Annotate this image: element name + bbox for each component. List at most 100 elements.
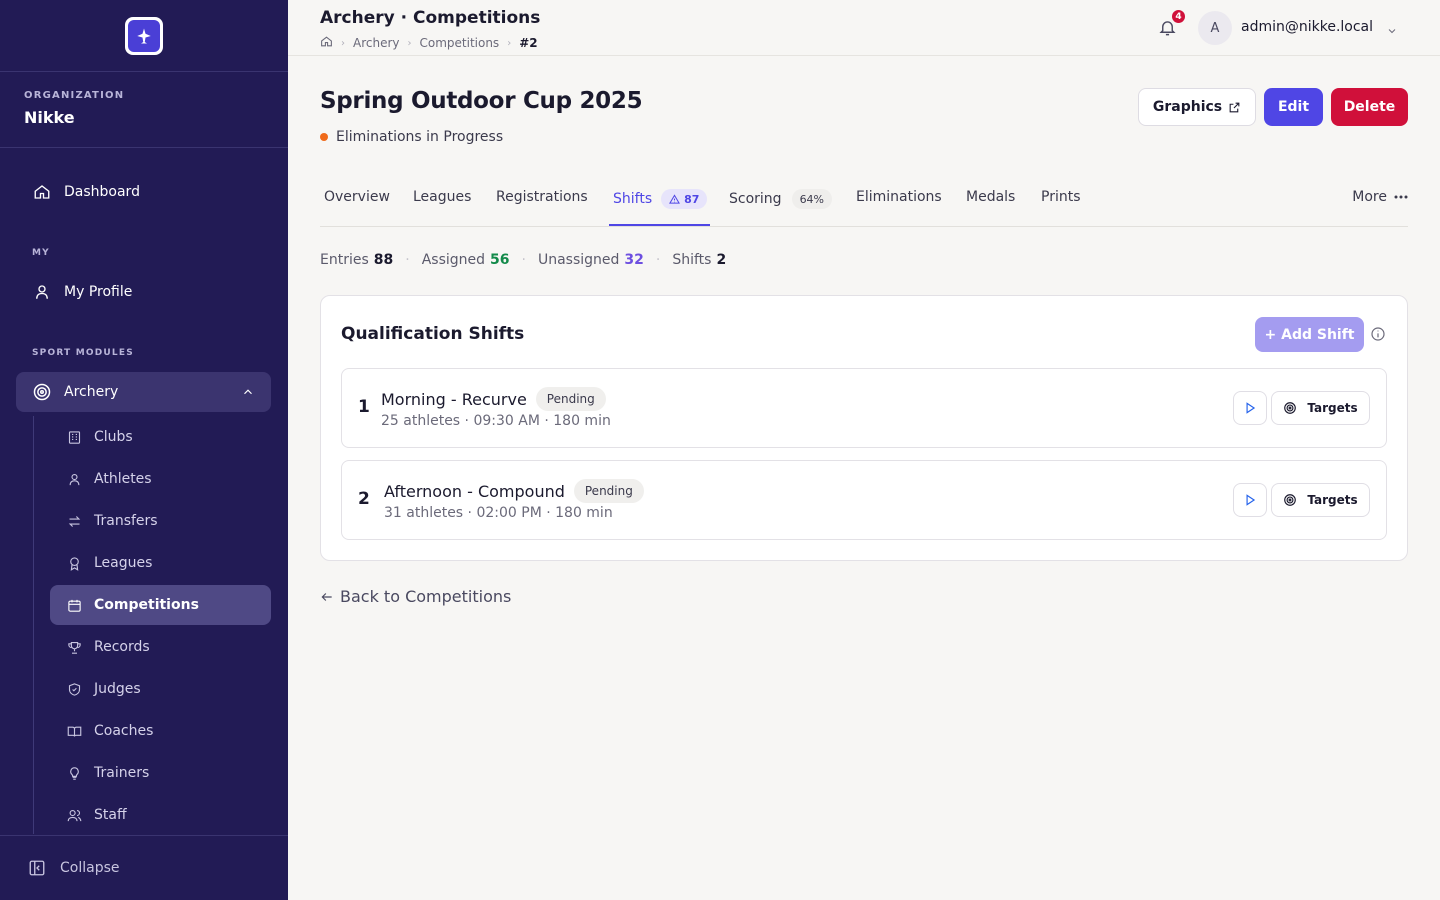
stat-assigned-label: Assigned [421,252,486,268]
edit-button[interactable]: Edit [1264,88,1323,126]
shield-icon [66,681,82,697]
tab-overview[interactable]: Overview [324,189,390,205]
sidebar-item-archery[interactable]: Archery [16,372,271,412]
tab-medals[interactable]: Medals [966,189,1015,205]
sidebar-item-athletes[interactable]: Athletes [50,459,271,499]
play-icon [1246,494,1256,506]
stat-unassigned: 32 [624,252,644,268]
user-icon [32,282,52,302]
app-logo[interactable] [125,16,163,55]
back-to-competitions-link[interactable]: Back to Competitions [320,587,511,606]
tab-shifts[interactable]: Shifts 87 [613,189,708,209]
delete-button[interactable]: Delete [1331,88,1408,126]
sidebar-item-dashboard[interactable]: Dashboard [16,172,271,212]
sidebar-item-label: Athletes [94,471,152,487]
sidebar-item-staff[interactable]: Staff [50,795,271,835]
chevron-right-icon: › [507,37,512,49]
chevron-right-icon: › [341,37,345,49]
sidebar-item-label: Archery [64,384,119,400]
shift-title: Afternoon - Compound [384,481,565,501]
info-icon[interactable] [1370,326,1386,346]
more-label: More [1352,189,1387,205]
sidebar-item-label: Records [94,639,150,655]
add-shift-button[interactable]: + Add Shift [1255,317,1364,352]
sidebar-item-label: Transfers [94,513,158,529]
ellipsis-icon [1394,195,1408,199]
avatar[interactable]: A [1198,11,1232,45]
sidebar-item-transfers[interactable]: Transfers [50,501,271,541]
sidebar-item-label: Judges [94,681,141,697]
external-link-icon [1229,102,1240,112]
sidebar-collapse-icon [28,859,46,877]
home-icon[interactable] [320,35,333,51]
target-icon [1284,494,1297,506]
calendar-icon [66,597,82,613]
stat-shifts-label: Shifts [672,252,712,268]
sidebar-item-trainers[interactable]: Trainers [50,753,271,793]
shift-row[interactable]: 1 Morning - Recurve Pending 25 athletes … [341,368,1387,448]
top-bar: Archery · Competitions › Archery › Compe… [288,0,1440,56]
warning-badge: 87 [661,189,708,209]
building-icon [66,429,82,445]
tab-prints[interactable]: Prints [1041,189,1081,205]
sidebar-item-clubs[interactable]: Clubs [50,417,271,457]
shift-row[interactable]: 2 Afternoon - Compound Pending 31 athlet… [341,460,1387,540]
transfer-icon [66,513,82,529]
targets-button[interactable]: Targets [1271,391,1370,425]
book-icon [66,723,82,739]
sidebar-item-coaches[interactable]: Coaches [50,711,271,751]
shift-meta: 31 athletes · 02:00 PM · 180 min [384,505,613,521]
shift-stats: Entries 88 · Assigned 56 · Unassigned 32 · … [320,252,726,268]
sidebar-item-label: Competitions [94,597,199,613]
sidebar-item-label: Clubs [94,429,133,445]
more-tabs-button[interactable]: More [1352,189,1408,205]
tab-bar: Overview Leagues Registrations Shifts 87… [320,180,1408,227]
separator-dot: · [655,252,661,268]
sidebar-item-leagues[interactable]: Leagues [50,543,271,583]
shift-meta: 25 athletes · 09:30 AM · 180 min [381,413,611,429]
chevron-up-icon [241,385,255,403]
page-title: Archery · Competitions [320,8,541,28]
start-shift-button[interactable] [1233,483,1267,517]
status-text: Eliminations in Progress [336,129,504,145]
collapse-label: Collapse [60,860,120,876]
start-shift-button[interactable] [1233,391,1267,425]
tab-leagues[interactable]: Leagues [413,189,471,205]
org-label: ORGANIZATION [24,90,125,101]
status-badge: Pending [573,479,644,503]
breadcrumb: › Archery › Competitions › #2 [320,35,538,51]
sidebar-item-records[interactable]: Records [50,627,271,667]
users-icon [66,807,82,823]
tab-label: Scoring [729,191,782,207]
separator-dot: · [405,252,410,268]
arrow-left-icon [321,592,332,601]
status-badge: Eliminations in Progress [320,129,503,145]
section-label-sport-modules: SPORT MODULES [32,348,134,358]
targets-button[interactable]: Targets [1271,483,1370,517]
sidebar-item-my-profile[interactable]: My Profile [16,272,271,312]
scoring-progress: 64% [791,189,833,209]
home-icon [32,182,52,202]
targets-label: Targets [1307,493,1358,507]
shift-number: 2 [358,489,370,509]
breadcrumb-archery[interactable]: Archery [353,36,400,50]
play-icon [1246,402,1256,414]
sidebar-item-label: Coaches [94,723,154,739]
tab-eliminations[interactable]: Eliminations [856,189,942,205]
collapse-button[interactable]: Collapse [0,835,288,900]
sidebar-item-judges[interactable]: Judges [50,669,271,709]
shift-name: Morning - Recurve Pending [381,387,606,411]
shift-name: Afternoon - Compound Pending [384,479,644,503]
sidebar-item-competitions[interactable]: Competitions [50,585,271,625]
organization-block[interactable]: ORGANIZATION Nikke [0,72,288,148]
breadcrumb-competitions[interactable]: Competitions [420,36,500,50]
org-name: Nikke [24,108,75,127]
stat-entries: 88 [373,252,394,268]
sidebar-item-label: My Profile [64,284,133,300]
active-tab-indicator [609,224,710,226]
user-email[interactable]: admin@nikke.local [1241,19,1373,35]
tab-scoring[interactable]: Scoring 64% [729,189,833,209]
graphics-button[interactable]: Graphics [1138,88,1256,126]
chevron-down-icon[interactable] [1386,22,1398,41]
tab-registrations[interactable]: Registrations [496,189,588,205]
